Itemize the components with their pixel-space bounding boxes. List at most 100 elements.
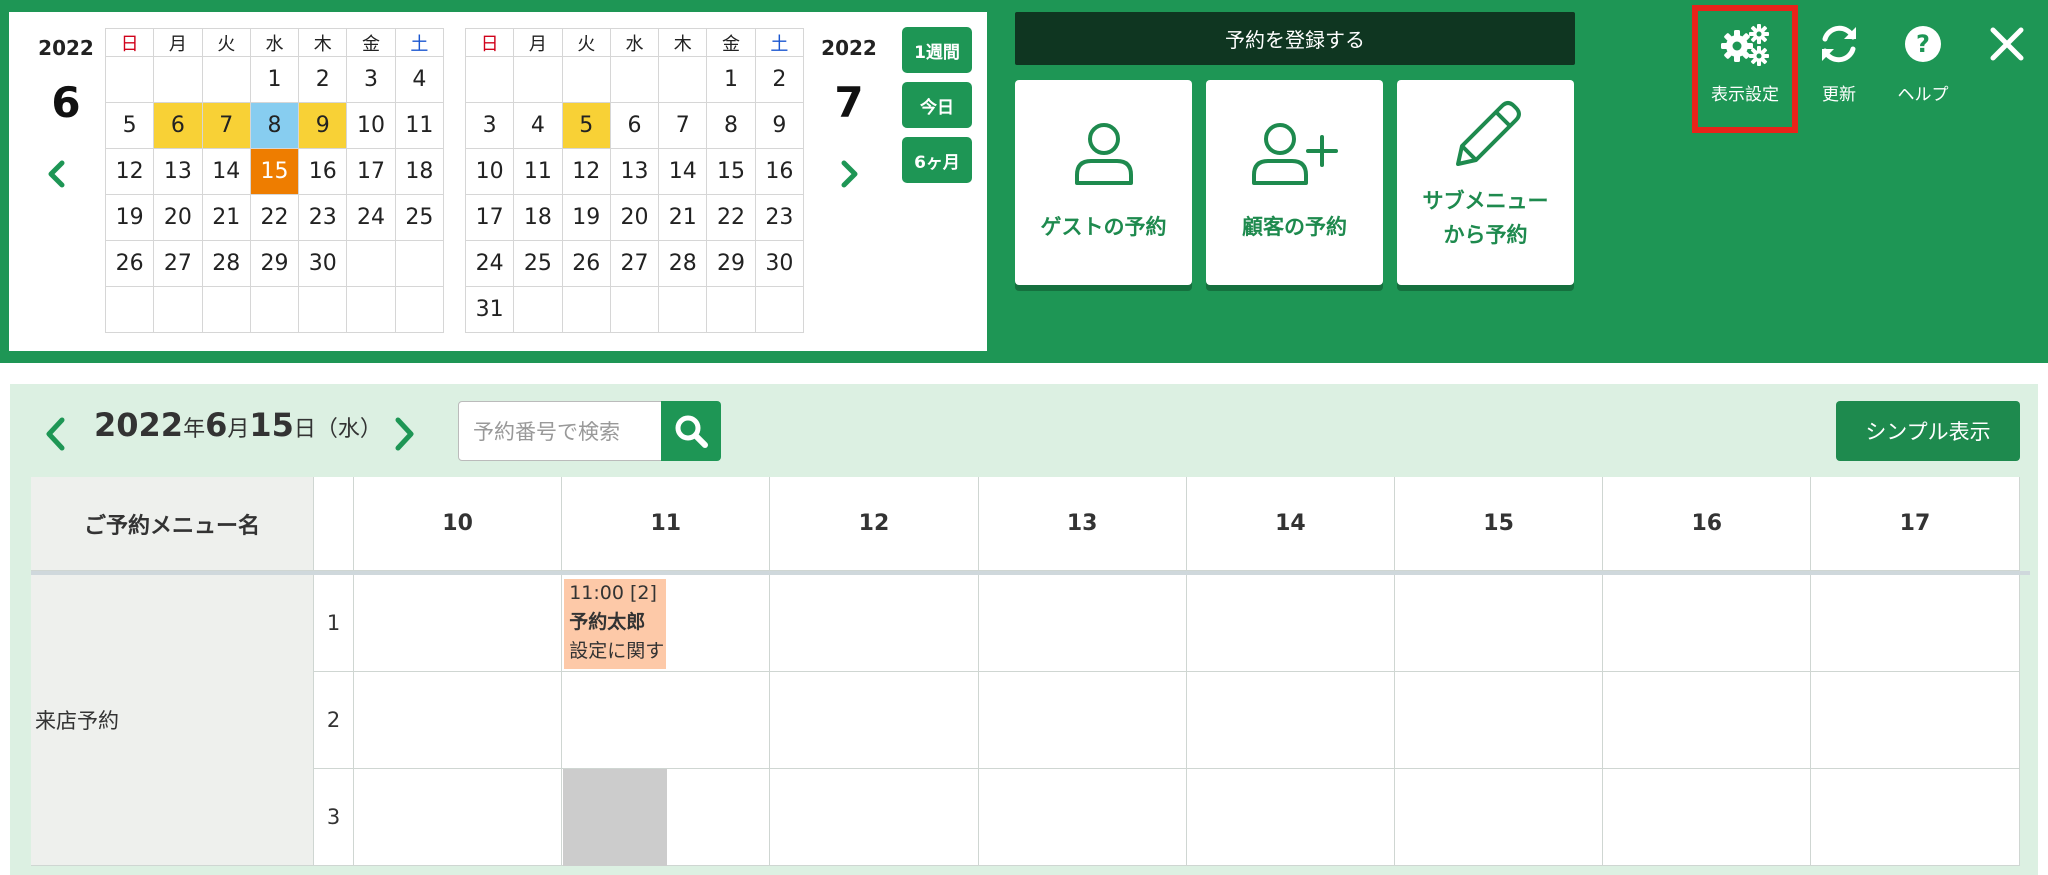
reservation-block[interactable]: 11:00 [2] 予約太郎 設定に関す: [564, 579, 667, 669]
time-slot-cell[interactable]: [1395, 769, 1604, 866]
calendar-day[interactable]: 2: [754, 56, 805, 103]
calendar-day[interactable]: 26: [104, 240, 155, 287]
calendar-day[interactable]: 1: [706, 56, 756, 103]
calendar-day[interactable]: 22: [706, 194, 756, 241]
calendar-day[interactable]: 12: [561, 148, 611, 195]
time-slot-cell[interactable]: [1186, 672, 1395, 769]
calendar-day[interactable]: 6: [609, 102, 660, 149]
calendar-day[interactable]: 16: [298, 148, 348, 195]
calendar-day[interactable]: 5: [104, 102, 155, 149]
calendar-day[interactable]: 30: [298, 240, 348, 287]
prev-day-chevron-icon[interactable]: [40, 414, 70, 454]
calendar-day[interactable]: 3: [464, 102, 515, 149]
time-slot-cell[interactable]: [354, 769, 563, 866]
time-slot-cell[interactable]: [354, 575, 563, 672]
customer-reservation-card[interactable]: 顧客の予約: [1206, 80, 1383, 285]
calendar-day[interactable]: 29: [706, 240, 756, 287]
calendar-day[interactable]: 14: [201, 148, 251, 195]
calendar-day[interactable]: 18: [394, 148, 445, 195]
time-slot-cell[interactable]: [1811, 769, 2020, 866]
calendar-day[interactable]: 20: [153, 194, 203, 241]
calendar-day[interactable]: 19: [104, 194, 155, 241]
calendar-day[interactable]: 7: [658, 102, 708, 149]
six-months-button[interactable]: 6ヶ月: [902, 137, 972, 183]
calendar-day[interactable]: 21: [658, 194, 708, 241]
calendar-day[interactable]: 9: [754, 102, 805, 149]
time-slot-cell[interactable]: [770, 672, 979, 769]
calendar-day[interactable]: 13: [153, 148, 203, 195]
calendar-day[interactable]: 2: [298, 56, 348, 103]
calendar-day[interactable]: 6: [153, 102, 203, 149]
calendar-day[interactable]: 8: [249, 102, 300, 149]
calendar-day[interactable]: 13: [609, 148, 660, 195]
time-slot-cell[interactable]: [354, 672, 563, 769]
time-slot-cell[interactable]: [978, 672, 1187, 769]
prev-month-chevron-icon[interactable]: [43, 160, 71, 188]
reservation-number-search-input[interactable]: 予約番号で検索: [458, 401, 662, 461]
time-slot-cell[interactable]: [978, 575, 1187, 672]
calendar-day[interactable]: 8: [706, 102, 756, 149]
time-slot-cell[interactable]: [1395, 672, 1604, 769]
calendar-day[interactable]: 18: [513, 194, 563, 241]
calendar-day[interactable]: 7: [201, 102, 251, 149]
calendar-day[interactable]: 4: [394, 56, 445, 103]
time-slot-cell[interactable]: [770, 575, 979, 672]
calendar-day[interactable]: 19: [561, 194, 611, 241]
calendar-day[interactable]: 27: [153, 240, 203, 287]
calendar-day[interactable]: 1: [249, 56, 300, 103]
calendar-day[interactable]: 10: [464, 148, 515, 195]
calendar-day[interactable]: 28: [658, 240, 708, 287]
calendar-day[interactable]: 22: [249, 194, 300, 241]
help-button[interactable]: ? ヘルプ: [1881, 14, 1965, 114]
calendar-day[interactable]: 5: [561, 102, 611, 149]
calendar-day[interactable]: 15: [249, 148, 300, 195]
calendar-day[interactable]: 29: [249, 240, 300, 287]
time-slot-cell[interactable]: [978, 769, 1187, 866]
calendar-day[interactable]: 20: [609, 194, 660, 241]
calendar-day[interactable]: 25: [513, 240, 563, 287]
one-week-button[interactable]: 1週間: [902, 27, 972, 73]
calendar-day[interactable]: 31: [464, 286, 515, 333]
calendar-day[interactable]: 26: [561, 240, 611, 287]
time-slot-cell[interactable]: [770, 769, 979, 866]
time-slot-cell[interactable]: [1603, 672, 1812, 769]
calendar-day[interactable]: 25: [394, 194, 445, 241]
next-day-chevron-icon[interactable]: [390, 414, 420, 454]
time-slot-cell[interactable]: [1603, 769, 1812, 866]
calendar-day[interactable]: 14: [658, 148, 708, 195]
calendar-day[interactable]: 11: [394, 102, 445, 149]
refresh-button[interactable]: 更新: [1797, 14, 1881, 114]
time-slot-cell[interactable]: [1811, 575, 2020, 672]
submenu-reservation-card[interactable]: サブメニュー から予約: [1397, 80, 1574, 285]
calendar-day[interactable]: 30: [754, 240, 805, 287]
calendar-day[interactable]: 24: [464, 240, 515, 287]
calendar-day[interactable]: 10: [346, 102, 396, 149]
simple-view-button[interactable]: シンプル表示: [1836, 401, 2020, 461]
time-slot-cell[interactable]: [1395, 575, 1604, 672]
calendar-day[interactable]: 9: [298, 102, 348, 149]
today-button[interactable]: 今日: [902, 82, 972, 128]
calendar-day[interactable]: 17: [346, 148, 396, 195]
calendar-day[interactable]: 24: [346, 194, 396, 241]
calendar-day[interactable]: 27: [609, 240, 660, 287]
guest-reservation-card[interactable]: ゲストの予約: [1015, 80, 1192, 285]
close-button[interactable]: [1965, 14, 2048, 114]
search-button[interactable]: [661, 401, 721, 461]
calendar-day[interactable]: 17: [464, 194, 515, 241]
calendar-day[interactable]: 28: [201, 240, 251, 287]
calendar-day[interactable]: 21: [201, 194, 251, 241]
time-slot-cell[interactable]: [1186, 575, 1395, 672]
calendar-day[interactable]: 16: [754, 148, 805, 195]
calendar-day[interactable]: 23: [298, 194, 348, 241]
calendar-day[interactable]: 12: [104, 148, 155, 195]
next-month-chevron-icon[interactable]: [835, 160, 863, 188]
time-slot-cell[interactable]: [1603, 575, 1812, 672]
calendar-day[interactable]: 3: [346, 56, 396, 103]
calendar-day[interactable]: 23: [754, 194, 805, 241]
calendar-day[interactable]: 15: [706, 148, 756, 195]
time-slot-cell[interactable]: [562, 672, 771, 769]
time-slot-cell[interactable]: [1186, 769, 1395, 866]
calendar-day[interactable]: 4: [513, 102, 563, 149]
time-slot-cell[interactable]: [1811, 672, 2020, 769]
calendar-day[interactable]: 11: [513, 148, 563, 195]
